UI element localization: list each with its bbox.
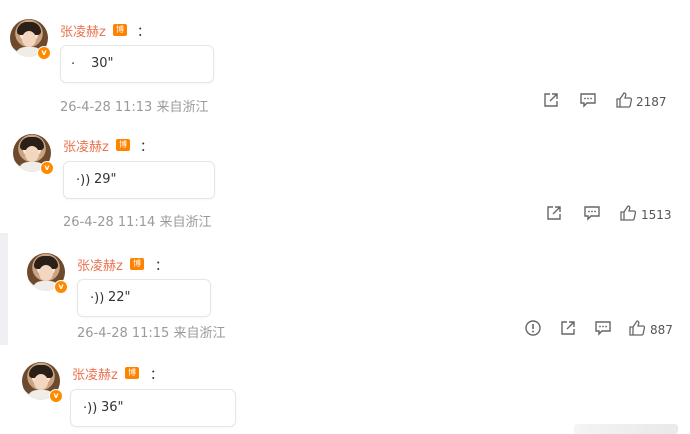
comment-meta: 26-4-28 11:14 来自浙江 <box>63 215 212 230</box>
colon: ： <box>137 25 151 40</box>
share-icon[interactable] <box>545 204 563 228</box>
watermark <box>574 424 678 434</box>
comment-icon[interactable] <box>579 91 597 115</box>
blogger-badge: 博主 <box>125 367 139 389</box>
voice-message[interactable]: ·)) 36" <box>70 389 236 427</box>
like-count: 887 <box>650 323 673 337</box>
comment-icon[interactable] <box>583 204 601 228</box>
voice-duration: 30" <box>91 56 114 71</box>
like-count: 1513 <box>641 208 672 222</box>
voice-wave-icon: ·)) <box>76 173 91 188</box>
like-count: 2187 <box>636 95 667 109</box>
share-icon[interactable] <box>559 319 577 343</box>
voice-message[interactable]: ·)) 29" <box>63 161 215 199</box>
username[interactable]: 张凌赫z <box>72 364 118 383</box>
thumbs-up-icon[interactable] <box>615 91 633 115</box>
voice-duration: 36" <box>101 400 124 415</box>
blogger-badge: 博主 <box>116 139 130 161</box>
colon: ： <box>155 259 169 274</box>
voice-duration: 29" <box>94 172 117 187</box>
report-icon[interactable] <box>524 319 542 343</box>
colon: ： <box>150 368 164 383</box>
blogger-badge: 博主 <box>113 24 127 46</box>
voice-wave-icon: ·)) <box>90 291 105 306</box>
comment-meta: 26-4-28 11:13 来自浙江 <box>60 100 209 115</box>
share-icon[interactable] <box>542 91 560 115</box>
comment-meta: 26-4-28 11:15 来自浙江 <box>77 326 226 341</box>
voice-message[interactable]: · 30" <box>60 45 214 83</box>
comment-icon[interactable] <box>594 319 612 343</box>
username[interactable]: 张凌赫z <box>63 136 109 155</box>
verified-v-icon: v <box>40 161 54 175</box>
voice-message[interactable]: ·)) 22" <box>77 279 211 317</box>
verified-v-icon: v <box>37 46 51 60</box>
voice-wave-icon: · <box>71 57 76 72</box>
thumbs-up-icon[interactable] <box>628 319 646 343</box>
verified-v-icon: v <box>54 280 68 294</box>
blogger-badge: 博主 <box>130 258 144 280</box>
verified-v-icon: v <box>49 389 63 403</box>
colon: ： <box>140 140 154 155</box>
username[interactable]: 张凌赫z <box>60 21 106 40</box>
thread-indent-strip <box>0 233 8 345</box>
thumbs-up-icon[interactable] <box>619 204 637 228</box>
voice-duration: 22" <box>108 290 131 305</box>
username[interactable]: 张凌赫z <box>77 255 123 274</box>
voice-wave-icon: ·)) <box>83 401 98 416</box>
